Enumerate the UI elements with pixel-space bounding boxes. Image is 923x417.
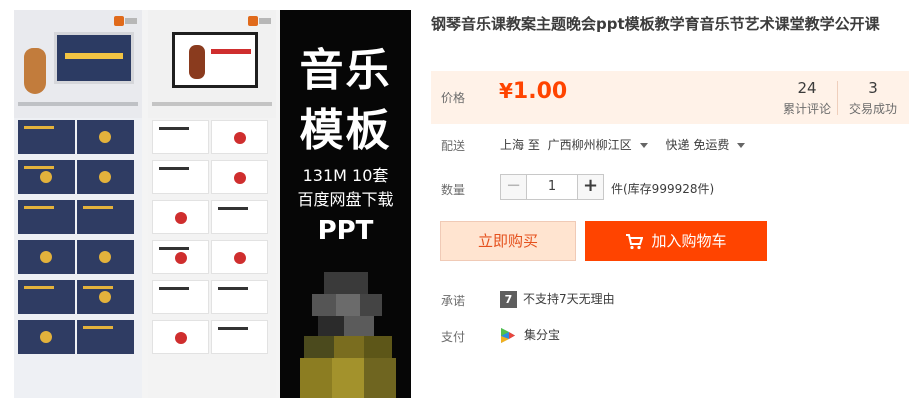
quantity-decrease-button[interactable]: − xyxy=(501,175,527,199)
shipping-label: 配送 xyxy=(441,139,466,153)
hero-preview xyxy=(148,10,276,118)
poster-format: PPT xyxy=(317,216,374,246)
reviews-stat[interactable]: 24 累计评论 xyxy=(777,79,837,117)
price-panel: 价格 ¥1.00 24 累计评论 3 交易成功 xyxy=(431,71,909,124)
add-to-cart-label: 加入购物车 xyxy=(651,232,727,250)
caret-down-icon xyxy=(639,143,648,148)
template-preview-navy xyxy=(14,10,142,398)
caret-down-icon xyxy=(737,143,746,148)
poster-title-line2: 模板 xyxy=(299,105,392,156)
product-image: 音乐 模板 131M 10套 百度网盘下载 PPT xyxy=(14,10,411,398)
poster-download-info: 百度网盘下载 xyxy=(297,190,394,209)
monitor-graphic xyxy=(172,32,258,88)
template-preview-white xyxy=(148,10,276,398)
hero-preview xyxy=(14,10,142,118)
guitar-graphic xyxy=(24,48,46,94)
add-to-cart-button[interactable]: 加入购物车 xyxy=(585,221,767,261)
seven-day-icon: 7 xyxy=(500,291,517,308)
quantity-input[interactable]: 1 xyxy=(527,175,577,199)
promise-label: 承诺 xyxy=(441,294,466,308)
payment-method: 集分宝 xyxy=(524,328,561,342)
slide-thumbnails xyxy=(152,120,272,360)
quantity-stepper: − 1 + xyxy=(500,174,604,200)
watermark-logo xyxy=(248,13,272,31)
quantity-label: 数量 xyxy=(441,183,466,197)
shipping-from: 上海 至 xyxy=(500,138,540,152)
price-label: 价格 xyxy=(441,91,466,105)
poster-title-line1: 音乐 xyxy=(299,45,392,96)
buy-now-button[interactable]: 立即购买 xyxy=(440,221,576,261)
price-amount: 1.00 xyxy=(512,79,568,104)
trades-count: 3 xyxy=(868,79,878,97)
watermark-logo xyxy=(114,13,138,31)
monitor-graphic xyxy=(54,32,134,84)
payment-row[interactable]: 集分宝 xyxy=(500,326,560,344)
shipping-method-select[interactable]: 快递 免运费 xyxy=(666,138,756,152)
jifenbao-icon xyxy=(501,328,515,343)
slide-thumbnails xyxy=(18,120,138,360)
poster-panel: 音乐 模板 131M 10套 百度网盘下载 PPT xyxy=(280,10,411,398)
promise-row[interactable]: 7 不支持7天无理由 xyxy=(500,290,615,308)
trades-stat: 3 交易成功 xyxy=(843,79,903,117)
violin-graphic xyxy=(189,45,205,79)
shipping-destination-select[interactable]: 广西柳州柳江区 xyxy=(548,138,658,152)
shipping-method: 快递 免运费 xyxy=(665,138,730,152)
reviews-label: 累计评论 xyxy=(782,102,831,116)
shipping-row: 上海 至 广西柳州柳江区 快递 免运费 xyxy=(500,136,759,153)
price-value: ¥1.00 xyxy=(499,79,567,104)
payment-label: 支付 xyxy=(441,330,466,344)
currency-symbol: ¥ xyxy=(499,79,513,103)
poster-size-info: 131M 10套 xyxy=(302,166,389,185)
stock-info: 件(库存999928件) xyxy=(611,182,715,196)
shipping-destination: 广西柳州柳江区 xyxy=(547,138,632,152)
quantity-increase-button[interactable]: + xyxy=(577,175,603,199)
promise-text: 不支持7天无理由 xyxy=(523,292,615,306)
reviews-count: 24 xyxy=(797,79,817,97)
product-title: 钢琴音乐课教案主题晚会ppt模板教学育音乐节艺术课堂教学公开课 xyxy=(431,15,880,33)
cart-icon xyxy=(626,233,644,249)
pixelated-image xyxy=(296,272,396,398)
trades-label: 交易成功 xyxy=(848,102,897,116)
divider xyxy=(837,81,838,115)
